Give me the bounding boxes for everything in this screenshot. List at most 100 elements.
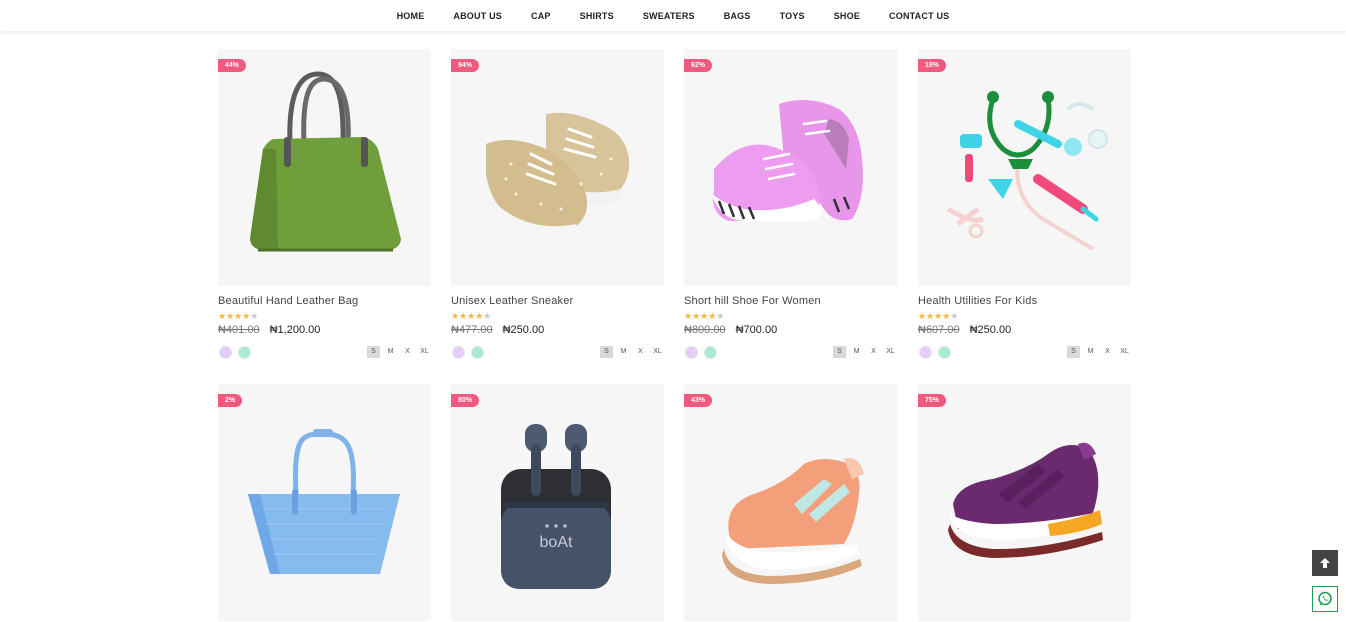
color-swatch-lilac[interactable] bbox=[452, 345, 465, 359]
old-price: ₦477.00 bbox=[451, 324, 493, 336]
star-empty-icon: ★ bbox=[950, 311, 959, 321]
product-card[interactable]: 2% bbox=[218, 384, 431, 621]
size-option[interactable]: S bbox=[367, 346, 380, 358]
size-option[interactable]: M bbox=[1084, 346, 1097, 358]
variant-row: S M X XL bbox=[451, 345, 664, 359]
product-card[interactable]: 94% Unisex Leather Sneaker ★★★★★ ₦477.00… bbox=[451, 49, 664, 359]
nav-home[interactable]: HOME bbox=[382, 11, 439, 21]
product-image[interactable]: 44% bbox=[218, 49, 431, 286]
current-price: ₦1,200.00 bbox=[269, 324, 321, 336]
scroll-top-button[interactable] bbox=[1312, 550, 1338, 576]
star-icon: ★★★★ bbox=[451, 311, 484, 321]
size-option[interactable]: X bbox=[401, 346, 414, 358]
product-image[interactable]: 18% bbox=[918, 49, 1131, 286]
discount-badge: 80% bbox=[451, 394, 480, 407]
color-swatch-lilac[interactable] bbox=[685, 345, 698, 359]
old-price: ₦401.00 bbox=[218, 324, 260, 336]
current-price: ₦250.00 bbox=[969, 324, 1012, 336]
product-image[interactable]: 43% bbox=[684, 384, 897, 621]
rating-stars: ★★★★★ bbox=[684, 311, 897, 321]
nav-contact-us[interactable]: CONTACT US bbox=[875, 11, 964, 21]
size-option[interactable]: XL bbox=[651, 346, 664, 358]
whatsapp-button[interactable] bbox=[1312, 586, 1338, 612]
color-swatch-mint[interactable] bbox=[704, 345, 717, 359]
price-row: ₦800.00 ₦700.00 bbox=[684, 324, 897, 336]
nav-bags[interactable]: BAGS bbox=[709, 11, 765, 21]
variant-row: S M X XL bbox=[918, 345, 1131, 359]
green-leather-bag-image bbox=[250, 71, 401, 252]
earbuds-case-image: boAt bbox=[501, 424, 611, 589]
discount-badge: 62% bbox=[684, 59, 713, 72]
rating-stars: ★★★★★ bbox=[451, 311, 664, 321]
old-price: ₦607.00 bbox=[918, 324, 960, 336]
product-title[interactable]: Short hill Shoe For Women bbox=[684, 295, 897, 307]
product-card[interactable]: 18% Health Utilities For Kids ★★★★★ ₦607… bbox=[918, 49, 1131, 359]
product-title[interactable]: Beautiful Hand Leather Bag bbox=[218, 295, 431, 307]
product-image[interactable]: 2% bbox=[218, 384, 431, 621]
nav-cap[interactable]: CAP bbox=[517, 11, 566, 21]
price-row: ₦477.00 ₦250.00 bbox=[451, 324, 664, 336]
color-swatch-lilac[interactable] bbox=[919, 345, 932, 359]
arrow-up-icon bbox=[1320, 558, 1330, 568]
product-card[interactable]: 44% Beautiful Hand Leather Bag ★★★★★ ₦40… bbox=[218, 49, 431, 359]
pink-baby-shoes-image bbox=[712, 100, 863, 221]
nav-toys[interactable]: TOYS bbox=[765, 11, 819, 21]
size-option[interactable]: X bbox=[634, 346, 647, 358]
product-image[interactable]: 94% bbox=[451, 49, 664, 286]
color-swatch-mint[interactable] bbox=[238, 345, 251, 359]
variant-row: S M X XL bbox=[684, 345, 897, 359]
discount-badge: 94% bbox=[451, 59, 480, 72]
product-image[interactable]: 75% bbox=[918, 384, 1131, 621]
product-title[interactable]: Health Utilities For Kids bbox=[918, 295, 1131, 307]
nav-shirts[interactable]: SHIRTS bbox=[565, 11, 628, 21]
product-title[interactable]: Unisex Leather Sneaker bbox=[451, 295, 664, 307]
rating-stars: ★★★★★ bbox=[218, 311, 431, 321]
product-card[interactable]: 75% bbox=[918, 384, 1131, 621]
size-option[interactable]: XL bbox=[884, 346, 897, 358]
rating-stars: ★★★★★ bbox=[918, 311, 1131, 321]
blue-tote-bag-image bbox=[248, 429, 400, 574]
price-row: ₦607.00 ₦250.00 bbox=[918, 324, 1131, 336]
discount-badge: 43% bbox=[684, 394, 713, 407]
size-option[interactable]: X bbox=[1101, 346, 1114, 358]
discount-badge: 75% bbox=[918, 394, 947, 407]
size-option[interactable]: M bbox=[384, 346, 397, 358]
color-swatch-lilac[interactable] bbox=[219, 345, 232, 359]
star-icon: ★★★★ bbox=[218, 311, 251, 321]
size-option[interactable]: M bbox=[850, 346, 863, 358]
nav-sweaters[interactable]: SWEATERS bbox=[628, 11, 709, 21]
discount-badge: 2% bbox=[218, 394, 243, 407]
beige-sneakers-image bbox=[486, 112, 630, 240]
nav-about-us[interactable]: ABOUT US bbox=[439, 11, 517, 21]
size-options: S M X XL bbox=[1067, 346, 1131, 358]
size-option[interactable]: S bbox=[833, 346, 846, 358]
toy-doctor-kit-image bbox=[946, 91, 1108, 251]
size-option[interactable]: XL bbox=[418, 346, 431, 358]
product-image[interactable]: 62% bbox=[684, 49, 897, 286]
size-option[interactable]: M bbox=[617, 346, 630, 358]
purple-running-shoe-image bbox=[948, 442, 1103, 558]
star-icon: ★★★★ bbox=[918, 311, 951, 321]
color-swatch-mint[interactable] bbox=[938, 345, 951, 359]
product-card[interactable]: 62% Short hill Shoe For Women ★★★★★ ₦800… bbox=[684, 49, 897, 359]
size-options: S M X XL bbox=[367, 346, 431, 358]
star-empty-icon: ★ bbox=[716, 311, 725, 321]
size-option[interactable]: X bbox=[867, 346, 880, 358]
product-card[interactable]: 43% bbox=[684, 384, 897, 621]
brand-logo-text: boAt bbox=[540, 534, 573, 551]
size-option[interactable]: S bbox=[600, 346, 613, 358]
whatsapp-icon bbox=[1318, 591, 1332, 606]
variant-row: S M X XL bbox=[218, 345, 431, 359]
size-option[interactable]: S bbox=[1067, 346, 1080, 358]
color-swatches bbox=[451, 345, 484, 359]
product-card[interactable]: boAt 80% bbox=[451, 384, 664, 621]
discount-badge: 18% bbox=[918, 59, 947, 72]
color-swatches bbox=[684, 345, 717, 359]
color-swatch-mint[interactable] bbox=[471, 345, 484, 359]
nav-shoe[interactable]: SHOE bbox=[819, 11, 874, 21]
old-price: ₦800.00 bbox=[684, 324, 726, 336]
size-option[interactable]: XL bbox=[1118, 346, 1131, 358]
peach-running-shoe-image bbox=[722, 458, 864, 584]
color-swatches bbox=[918, 345, 951, 359]
product-image[interactable]: boAt 80% bbox=[451, 384, 664, 621]
